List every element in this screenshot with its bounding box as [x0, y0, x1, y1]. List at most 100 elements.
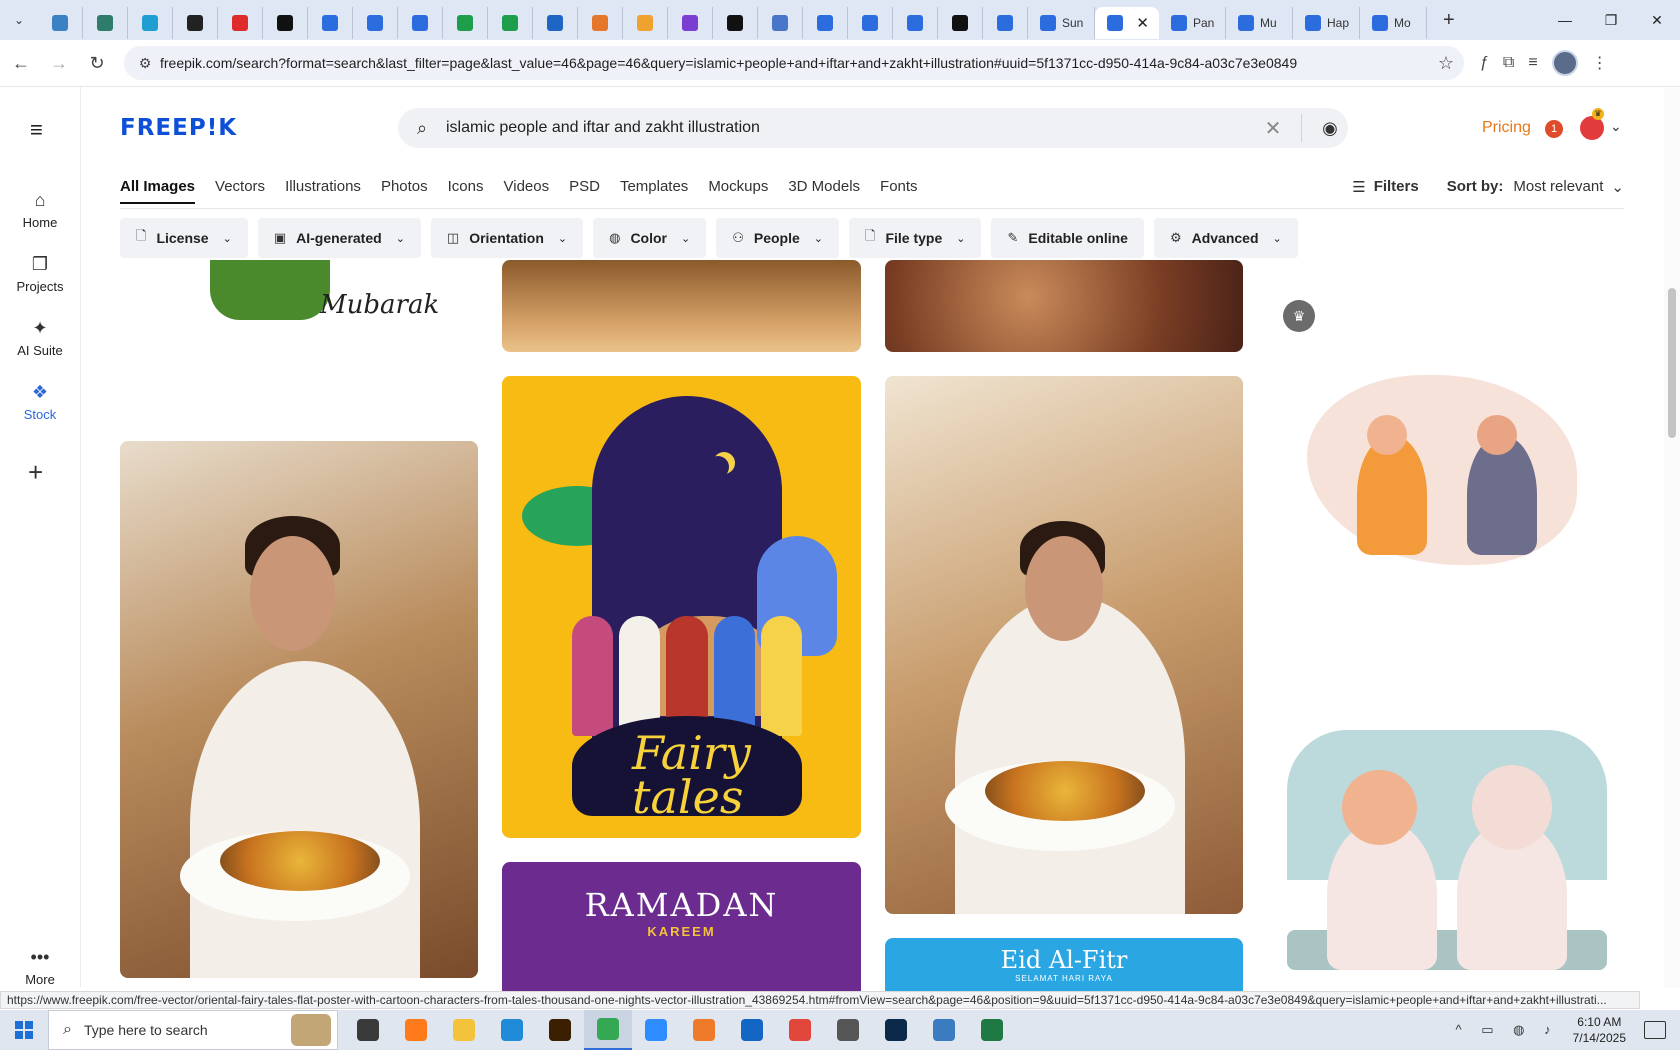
tab-9[interactable]: [398, 7, 443, 39]
notification-center-icon[interactable]: [1644, 1021, 1666, 1039]
tab-20[interactable]: [893, 7, 938, 39]
reload-icon[interactable]: ↻: [80, 46, 114, 80]
filter-ai-generated[interactable]: ▣ AI-generated ⌄: [257, 218, 421, 258]
filter-advanced[interactable]: ⚙ Advanced ⌄: [1153, 218, 1298, 258]
filter-people[interactable]: ⚇ People ⌄: [716, 218, 839, 258]
close-tab-icon[interactable]: ✕: [1136, 14, 1149, 32]
start-button[interactable]: [0, 1010, 48, 1050]
tab-13[interactable]: [578, 7, 623, 39]
image-card-zakat-illustration[interactable]: [1267, 365, 1625, 565]
filters-icon[interactable]: ☰: [1352, 178, 1365, 196]
tab-3[interactable]: [128, 7, 173, 39]
tab-fonts[interactable]: Fonts: [880, 178, 918, 204]
tab-23[interactable]: Sun: [1028, 7, 1095, 39]
site-settings-icon[interactable]: ⚙: [130, 55, 160, 72]
tab-3d-models[interactable]: 3D Models: [788, 178, 860, 204]
hamburger-menu-icon[interactable]: ≡: [30, 117, 43, 143]
excel-app[interactable]: [968, 1010, 1016, 1050]
tab-14[interactable]: [623, 7, 668, 39]
tab-12[interactable]: [533, 7, 578, 39]
tab-25[interactable]: Pan: [1159, 7, 1226, 39]
tab-2[interactable]: [83, 7, 128, 39]
filter-file-type[interactable]: 🗋 File type ⌄: [849, 218, 982, 258]
image-card-praying-kids[interactable]: [1267, 710, 1625, 990]
image-card-mubarak[interactable]: Mubarak: [120, 260, 478, 380]
image-card-fairy-tales[interactable]: Fairy tales: [502, 376, 861, 838]
media-control-icon[interactable]: ≡: [1528, 54, 1537, 72]
taskbar-search-input[interactable]: Type here to search: [84, 1022, 291, 1038]
sort-select[interactable]: Most relevant: [1513, 178, 1603, 196]
clock[interactable]: 6:10 AM 7/14/2025: [1573, 1014, 1626, 1046]
taskview-app[interactable]: [344, 1010, 392, 1050]
tab-all-images[interactable]: All Images: [120, 178, 196, 204]
search-bar[interactable]: ⌕ islamic people and iftar and zakht ill…: [398, 108, 1348, 148]
tab-21[interactable]: [938, 7, 983, 39]
taskbar-search[interactable]: ⌕ Type here to search: [48, 1010, 338, 1050]
font-extension-icon[interactable]: ƒ: [1480, 54, 1489, 72]
creative-cloud-app[interactable]: [776, 1010, 824, 1050]
camera-search-icon[interactable]: ◉: [1312, 118, 1348, 139]
tab-28[interactable]: Mo: [1360, 7, 1427, 39]
address-bar[interactable]: ⚙ freepik.com/search?format=search&last_…: [124, 46, 1464, 80]
zoom-app[interactable]: [632, 1010, 680, 1050]
add-icon[interactable]: +: [28, 457, 43, 488]
tab-17[interactable]: [758, 7, 803, 39]
close-window-button[interactable]: ✕: [1634, 0, 1680, 40]
image-card-iftar-feast[interactable]: [885, 260, 1243, 352]
chrome-app[interactable]: [584, 1010, 632, 1050]
tab-19[interactable]: [848, 7, 893, 39]
tab-vectors[interactable]: Vectors: [215, 178, 265, 204]
tab-photos[interactable]: Photos: [381, 178, 428, 204]
tab-1[interactable]: [38, 7, 83, 39]
restore-button[interactable]: ❐: [1588, 0, 1634, 40]
tab-16[interactable]: [713, 7, 758, 39]
rail-item-ai-suite[interactable]: ✦ AI Suite: [0, 318, 80, 360]
new-tab-button[interactable]: +: [1443, 9, 1455, 32]
tab-6[interactable]: [263, 7, 308, 39]
rail-item-projects[interactable]: ❐ Projects: [0, 254, 80, 296]
app-10[interactable]: [824, 1010, 872, 1050]
tab-4[interactable]: [173, 7, 218, 39]
rail-item-home[interactable]: ⌂ Home: [0, 190, 80, 232]
search-input[interactable]: islamic people and iftar and zakht illus…: [446, 119, 1255, 137]
tab-22[interactable]: [983, 7, 1028, 39]
image-card-man-with-plate-2[interactable]: [885, 376, 1243, 914]
explorer-app[interactable]: [440, 1010, 488, 1050]
filter-editable-online[interactable]: ✎ Editable online: [991, 218, 1144, 258]
back-arrow-icon[interactable]: ←: [4, 46, 38, 80]
outlook-app[interactable]: [728, 1010, 776, 1050]
kebab-menu-icon[interactable]: ⋮: [1592, 53, 1608, 73]
user-avatar[interactable]: [1580, 116, 1604, 140]
tab-27[interactable]: Hap: [1293, 7, 1360, 39]
filter-orientation[interactable]: ◫ Orientation ⌄: [430, 218, 584, 258]
minimize-button[interactable]: —: [1542, 0, 1588, 40]
filter-license[interactable]: 🗋 License ⌄: [120, 218, 248, 258]
tab-mockups[interactable]: Mockups: [708, 178, 768, 204]
photoshop-app[interactable]: [872, 1010, 920, 1050]
tray-icons[interactable]: ^ ▭ ◍ ♪: [1456, 1022, 1559, 1038]
profile-avatar[interactable]: [1551, 50, 1578, 76]
freepik-logo[interactable]: FREEP!K: [120, 115, 237, 141]
firefox-app[interactable]: [392, 1010, 440, 1050]
puzzle-extension-icon[interactable]: ⧉: [1503, 54, 1514, 72]
page-scrollbar[interactable]: [1664, 88, 1680, 988]
scrollbar-thumb[interactable]: [1668, 288, 1676, 438]
address-url[interactable]: freepik.com/search?format=search&last_fi…: [160, 55, 1297, 71]
notification-badge[interactable]: 1: [1545, 120, 1563, 138]
tab-15[interactable]: [668, 7, 713, 39]
tab-8[interactable]: [353, 7, 398, 39]
clear-search-icon[interactable]: ✕: [1255, 116, 1291, 141]
app-7[interactable]: [680, 1010, 728, 1050]
tab-active[interactable]: ✕: [1095, 7, 1159, 39]
image-card-eid-al-fitr[interactable]: Eid Al-Fitr SELAMAT HARI RAYA: [885, 938, 1243, 998]
premium-crown-icon[interactable]: ♛: [1283, 300, 1315, 332]
vscode-app[interactable]: [488, 1010, 536, 1050]
app-12[interactable]: [920, 1010, 968, 1050]
tab-18[interactable]: [803, 7, 848, 39]
tab-videos[interactable]: Videos: [504, 178, 550, 204]
filter-color[interactable]: ◍ Color ⌄: [593, 218, 707, 258]
chevron-down-icon[interactable]: ⌄: [1610, 118, 1622, 135]
tab-10[interactable]: [443, 7, 488, 39]
tab-7[interactable]: [308, 7, 353, 39]
image-card-man-with-plate-1[interactable]: [120, 441, 478, 978]
